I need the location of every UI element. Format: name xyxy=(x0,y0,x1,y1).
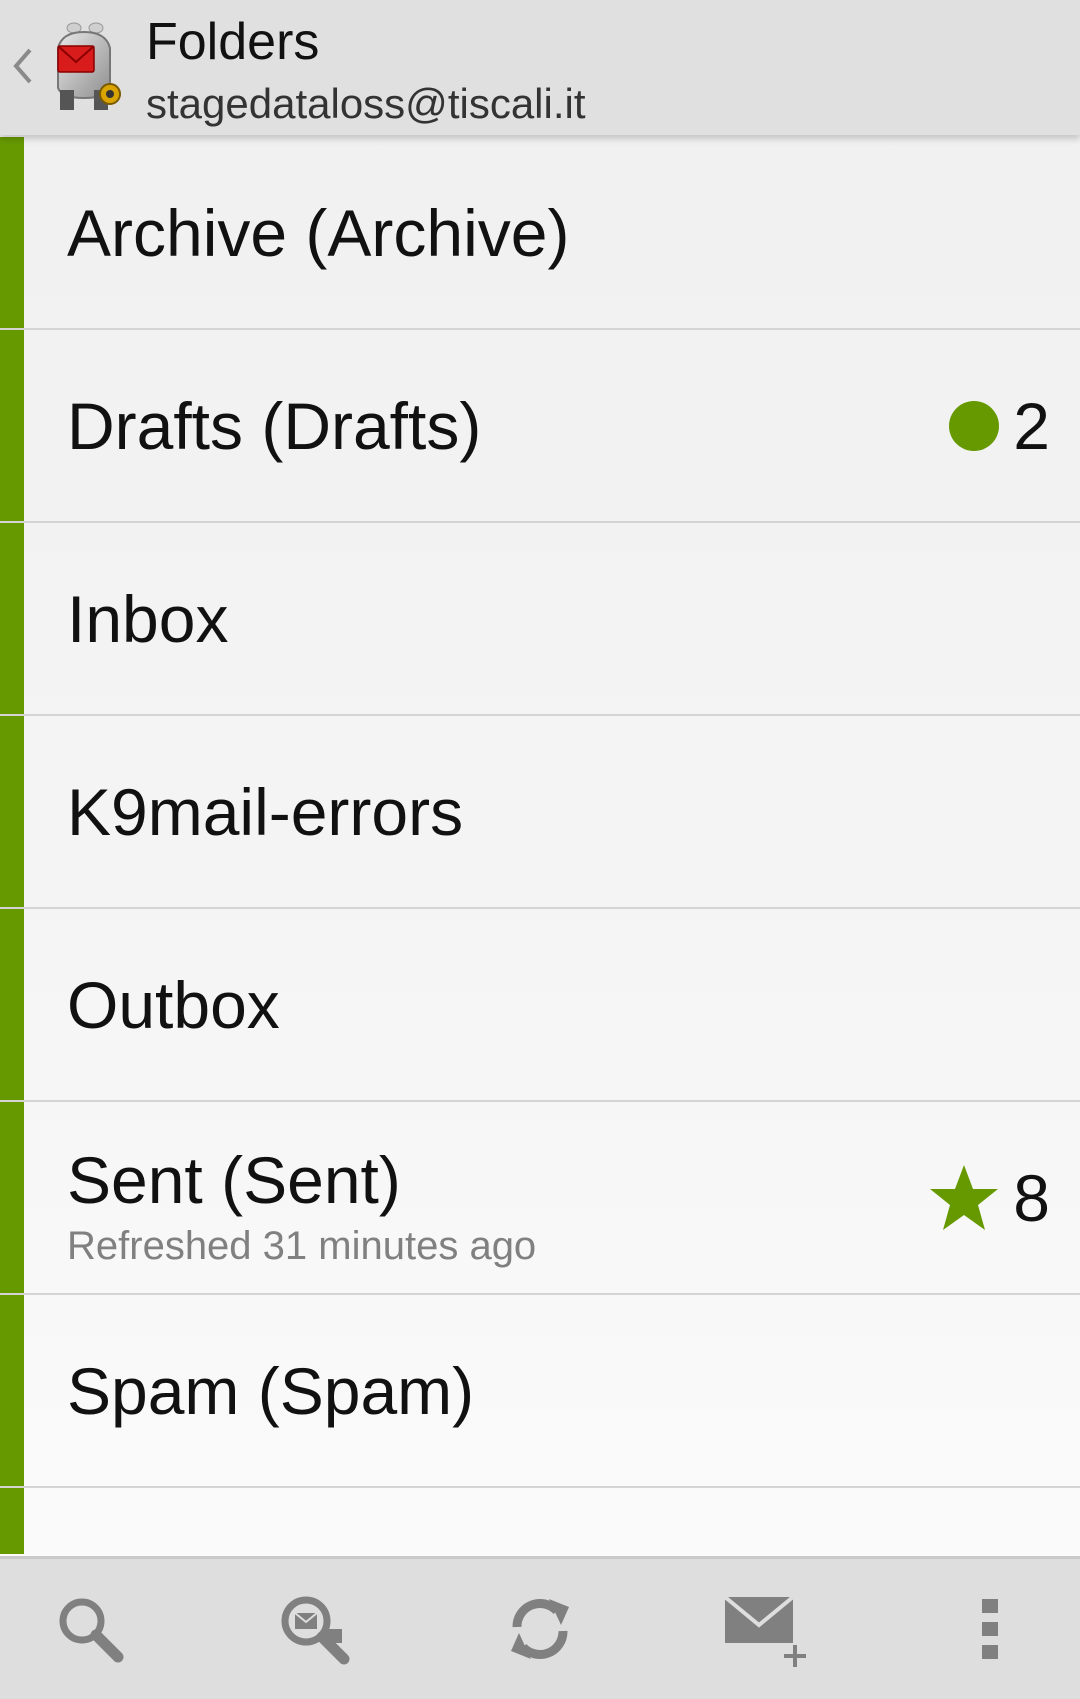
refresh-button[interactable] xyxy=(490,1559,590,1699)
bottom-toolbar xyxy=(0,1556,1080,1699)
flagged-count-group[interactable]: 8 xyxy=(929,1158,1050,1238)
account-color-chip xyxy=(0,1102,24,1293)
unread-count-group[interactable]: 2 xyxy=(949,386,1050,466)
compose-button[interactable] xyxy=(710,1559,820,1699)
action-bar: Folders stagedataloss@tiscali.it xyxy=(0,0,1080,135)
folder-name: Outbox xyxy=(67,967,280,1042)
folder-row-partial[interactable] xyxy=(0,1488,1080,1554)
folder-name: K9mail-errors xyxy=(67,774,464,849)
account-email: stagedataloss@tiscali.it xyxy=(146,80,586,127)
folder-row-outbox[interactable]: Outbox xyxy=(0,909,1080,1102)
unread-dot-icon xyxy=(949,400,1000,451)
search-icon xyxy=(59,1598,124,1663)
account-color-chip xyxy=(0,716,24,907)
account-color-chip xyxy=(0,330,24,521)
folder-row-drafts[interactable]: Drafts (Drafts) 2 xyxy=(0,330,1080,523)
compose-icon xyxy=(723,1595,806,1667)
account-color-chip xyxy=(0,1295,24,1486)
folder-name: Sent (Sent) xyxy=(67,1143,401,1217)
k9-mail-logo[interactable] xyxy=(44,18,126,118)
folder-list: Archive (Archive) Drafts (Drafts) 2 Inbo… xyxy=(0,137,1080,1554)
folder-row-spam[interactable]: Spam (Spam) xyxy=(0,1295,1080,1488)
folder-row-k9mail-errors[interactable]: K9mail-errors xyxy=(0,716,1080,909)
folder-row-archive[interactable]: Archive (Archive) xyxy=(0,137,1080,330)
refresh-icon xyxy=(511,1599,569,1659)
folder-list-screen: Folders stagedataloss@tiscali.it Archive… xyxy=(0,0,1080,1699)
folder-name: Archive (Archive) xyxy=(67,195,570,270)
folder-refresh-status: Refreshed 31 minutes ago xyxy=(67,1224,537,1268)
search-remote-button[interactable] xyxy=(265,1559,365,1699)
account-color-chip xyxy=(0,137,24,328)
flagged-count: 8 xyxy=(1013,1160,1050,1235)
folder-row-inbox[interactable]: Inbox xyxy=(0,523,1080,716)
overflow-menu-icon xyxy=(982,1599,998,1659)
star-icon xyxy=(930,1164,999,1230)
folder-row-sent[interactable]: Sent (Sent) Refreshed 31 minutes ago 8 xyxy=(0,1102,1080,1295)
unread-count: 2 xyxy=(1013,388,1050,463)
account-color-chip xyxy=(0,1488,24,1554)
search-button[interactable] xyxy=(40,1559,140,1699)
overflow-menu-button[interactable] xyxy=(960,1559,1020,1699)
account-color-chip xyxy=(0,909,24,1100)
folder-name: Spam (Spam) xyxy=(67,1353,475,1428)
account-color-chip xyxy=(0,523,24,714)
chevron-left-icon[interactable] xyxy=(10,44,36,88)
folder-name: Inbox xyxy=(67,581,229,656)
folder-name: Drafts (Drafts) xyxy=(67,388,482,463)
search-remote-icon xyxy=(281,1596,350,1665)
page-title: Folders xyxy=(146,13,320,71)
